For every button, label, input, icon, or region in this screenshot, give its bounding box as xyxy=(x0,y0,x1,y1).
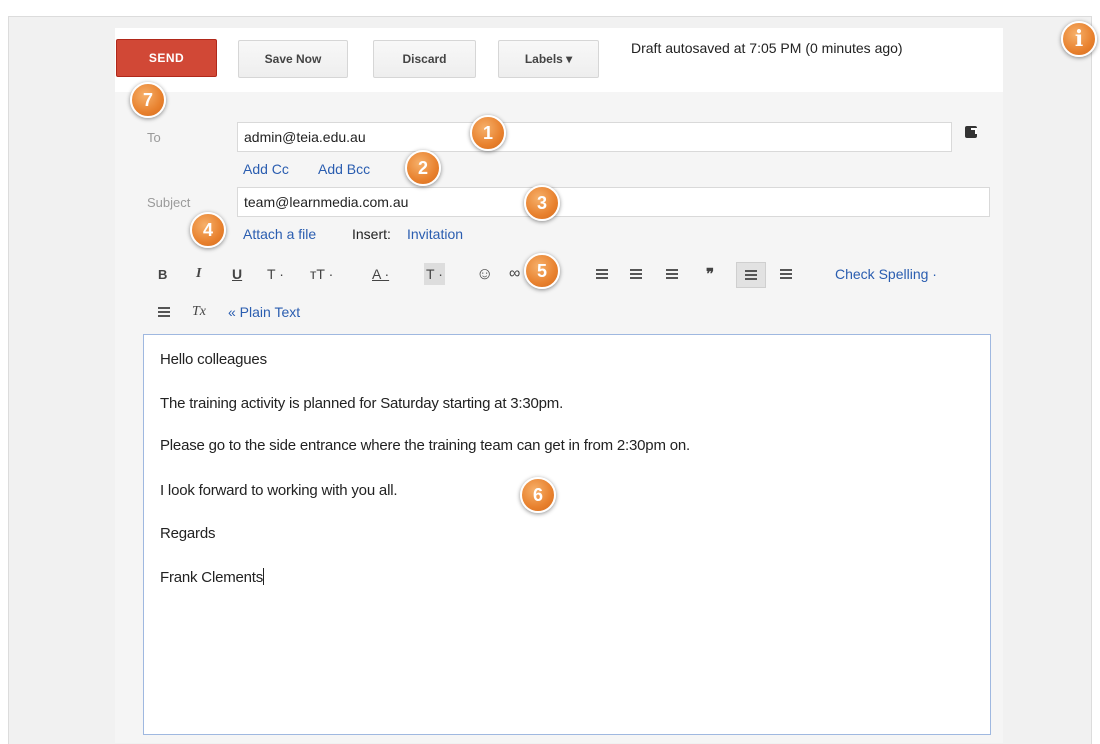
add-bcc-link[interactable]: Add Bcc xyxy=(318,161,370,177)
callout-badge-3: 3 xyxy=(524,185,560,221)
callout-badge-7: 7 xyxy=(130,82,166,118)
save-now-button[interactable]: Save Now xyxy=(238,40,348,78)
insert-invitation-link[interactable]: Invitation xyxy=(407,226,463,242)
send-button[interactable]: SEND xyxy=(116,39,217,77)
font-size-dropdown[interactable]: тT · xyxy=(310,263,333,285)
callout-badge-6: 6 xyxy=(520,477,556,513)
check-spelling-dropdown[interactable]: Check Spelling · xyxy=(835,266,937,282)
info-icon[interactable]: i xyxy=(1061,21,1097,57)
callout-badge-1: 1 xyxy=(470,115,506,151)
link-icon[interactable]: ∞ xyxy=(509,263,520,285)
text-color-dropdown[interactable]: A · xyxy=(372,263,389,285)
labels-dropdown[interactable]: Labels ▾ xyxy=(498,40,599,78)
text-cursor xyxy=(263,568,265,585)
plain-text-link[interactable]: « Plain Text xyxy=(228,304,300,320)
quote-icon[interactable]: ❞ xyxy=(706,263,714,285)
bulleted-list-icon[interactable] xyxy=(596,263,608,285)
to-input[interactable]: admin@teia.edu.au xyxy=(237,122,952,152)
body-line: Frank Clements xyxy=(160,568,265,586)
discard-button[interactable]: Discard xyxy=(373,40,476,78)
align-right-icon[interactable] xyxy=(158,301,170,323)
font-dropdown[interactable]: T · xyxy=(267,263,284,285)
callout-badge-2: 2 xyxy=(405,150,441,186)
subject-label: Subject xyxy=(147,195,191,210)
autosave-status: Draft autosaved at 7:05 PM (0 minutes ag… xyxy=(631,40,903,56)
popout-icon[interactable] xyxy=(965,126,977,138)
insert-label: Insert: xyxy=(352,226,391,242)
body-line: I look forward to working with you all. xyxy=(160,482,398,499)
subject-input[interactable]: team@learnmedia.com.au xyxy=(237,187,990,217)
body-line: Hello colleagues xyxy=(160,351,267,368)
body-line: Please go to the side entrance where the… xyxy=(160,437,690,454)
align-left-icon[interactable] xyxy=(736,262,766,288)
align-center-icon[interactable] xyxy=(780,263,792,285)
callout-badge-4: 4 xyxy=(190,212,226,248)
callout-badge-5: 5 xyxy=(524,253,560,289)
to-label: To xyxy=(147,130,161,145)
emoji-icon[interactable]: ☺ xyxy=(476,263,493,285)
underline-button[interactable]: U xyxy=(232,263,242,285)
attach-file-link[interactable]: Attach a file xyxy=(243,226,316,242)
remove-formatting-icon[interactable]: Tx xyxy=(192,301,206,323)
body-line: The training activity is planned for Sat… xyxy=(160,395,564,412)
indent-less-icon[interactable] xyxy=(630,263,642,285)
add-cc-link[interactable]: Add Cc xyxy=(243,161,289,177)
bold-button[interactable]: B xyxy=(158,263,167,285)
body-line-text: Frank Clements xyxy=(160,569,264,586)
body-line: Regards xyxy=(160,525,216,542)
italic-button[interactable]: I xyxy=(196,263,201,285)
highlight-dropdown[interactable]: T · xyxy=(424,263,445,285)
indent-more-icon[interactable] xyxy=(666,263,678,285)
